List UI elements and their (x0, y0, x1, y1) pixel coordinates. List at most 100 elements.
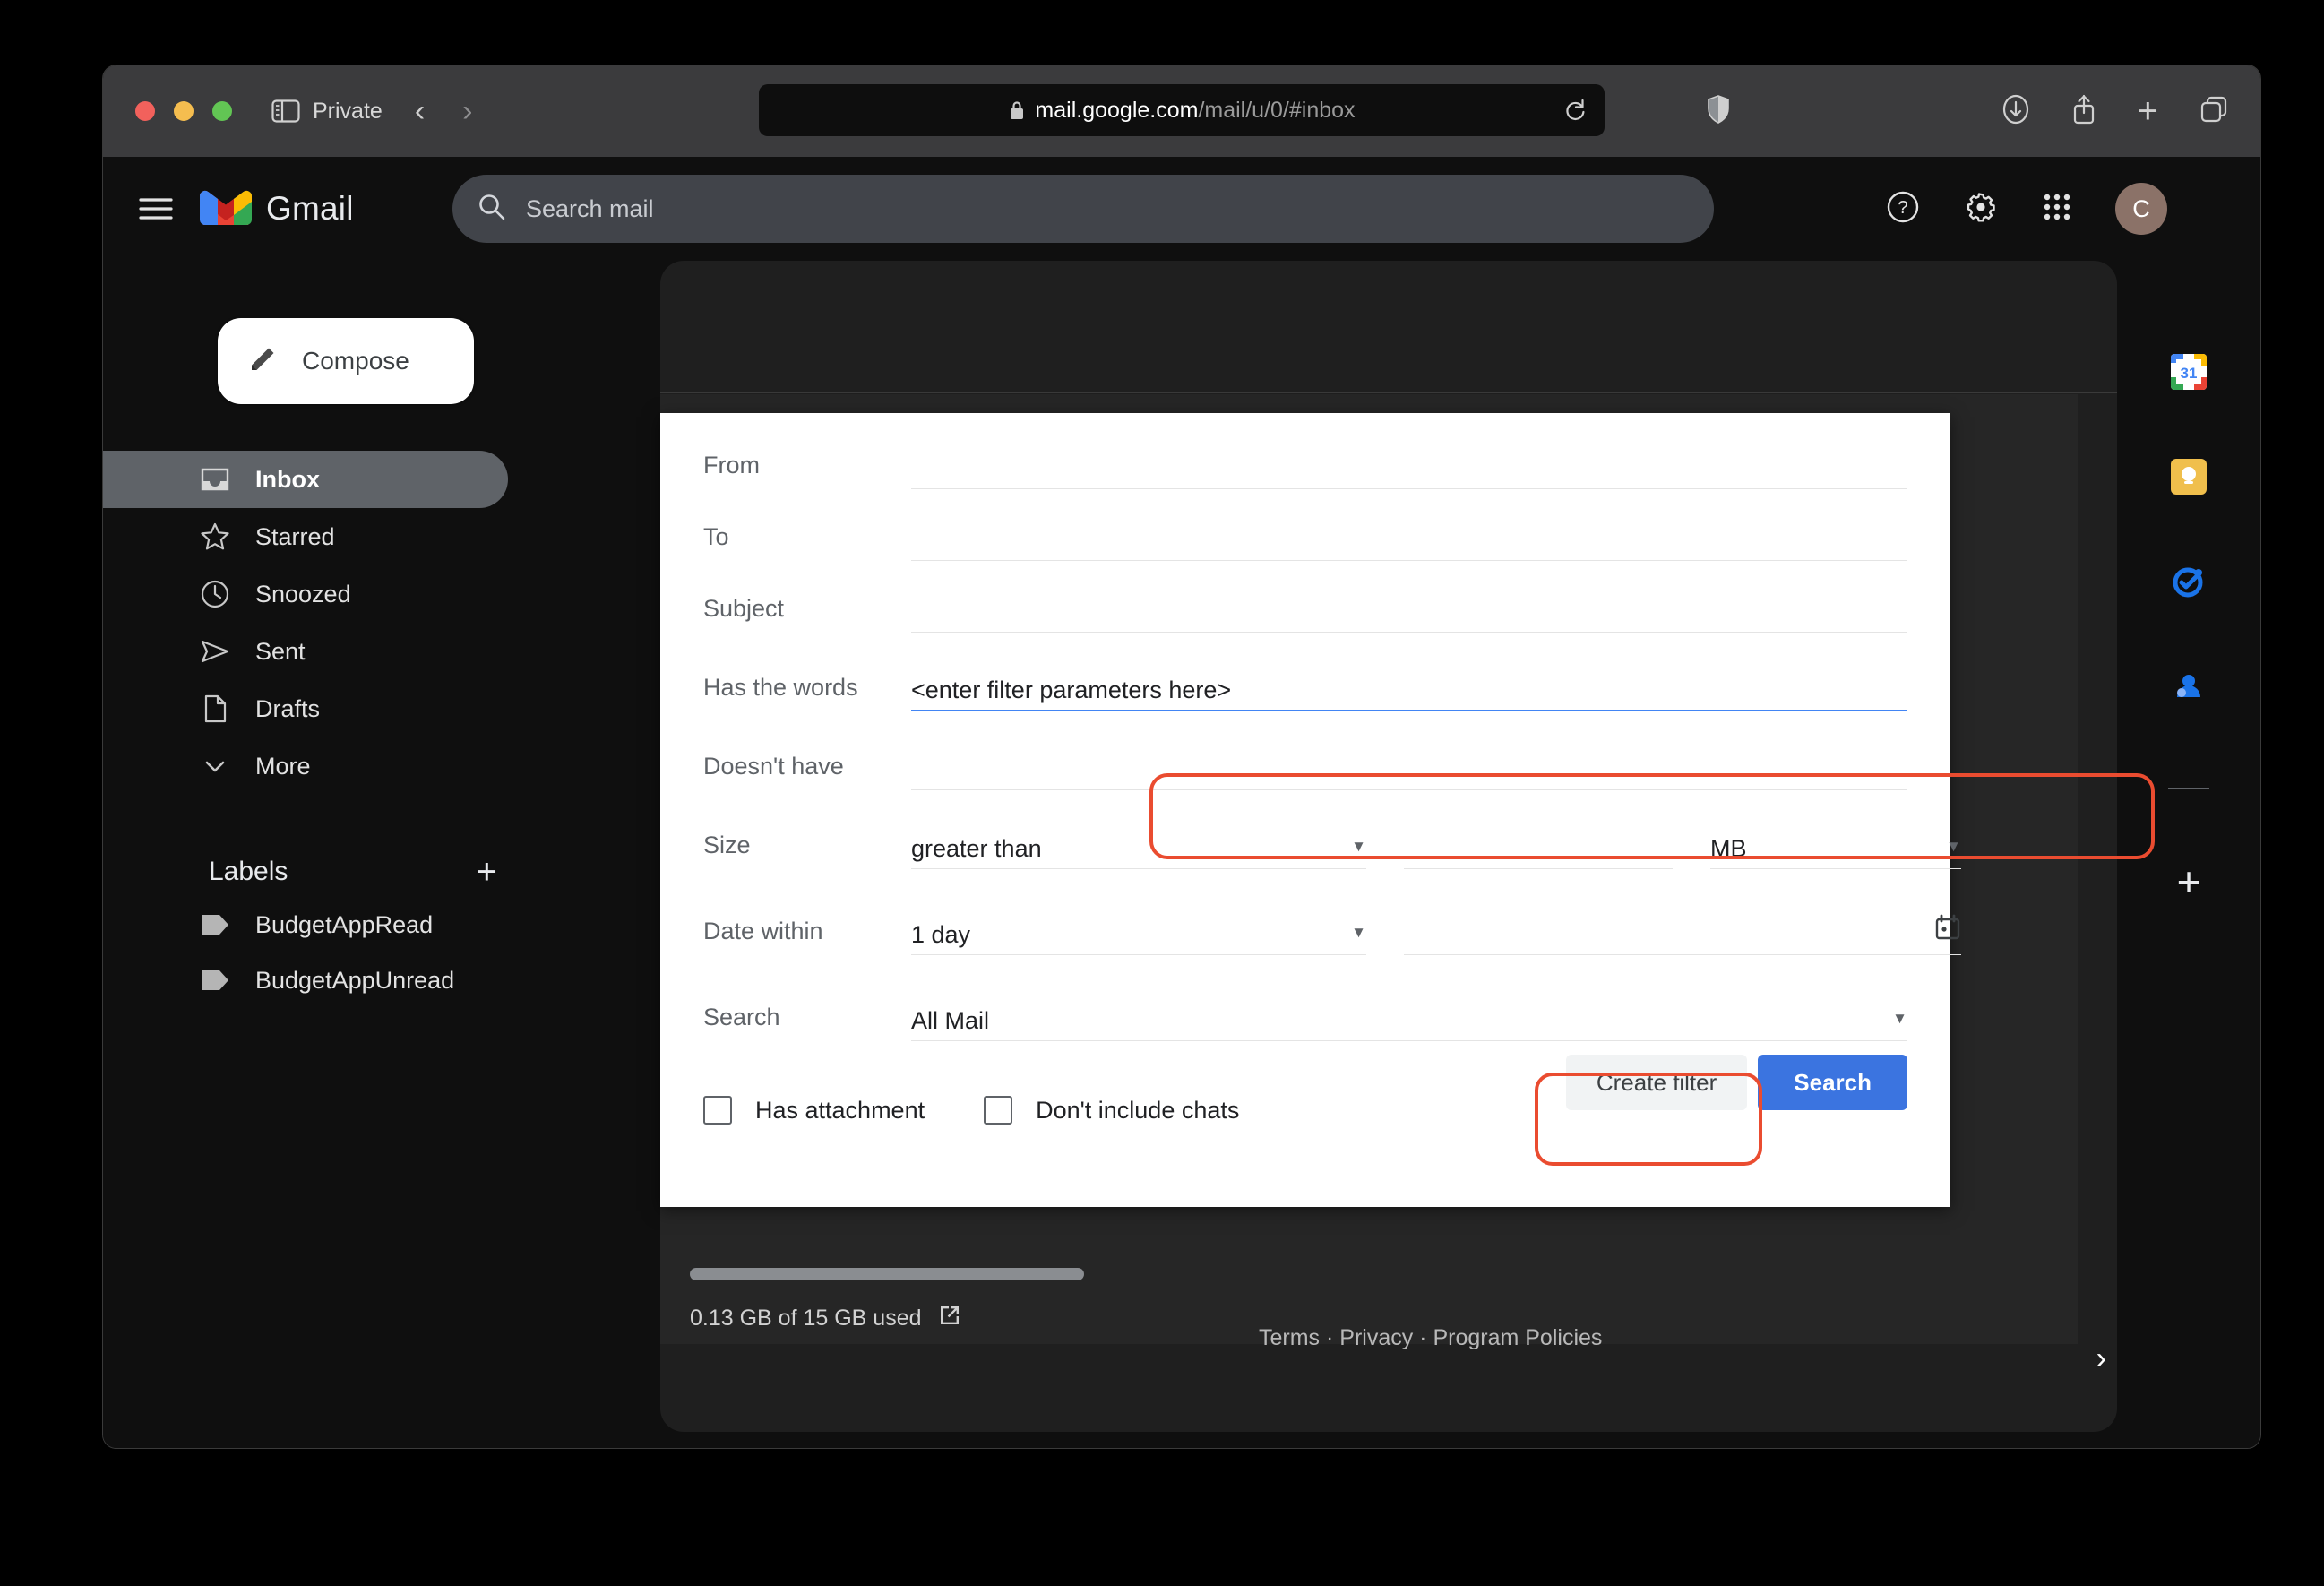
help-icon[interactable]: ? (1886, 190, 1920, 228)
browser-toolbar-actions: + (2001, 65, 2228, 157)
sidebar-item-label: Drafts (255, 695, 320, 723)
tab-overview-icon[interactable] (2199, 95, 2228, 128)
send-icon (200, 636, 230, 667)
back-button[interactable]: ‹ (415, 96, 425, 126)
minimize-window-button[interactable] (174, 101, 194, 121)
lock-icon (1008, 99, 1026, 121)
label-tag-icon (200, 968, 230, 993)
downloads-icon[interactable] (2001, 94, 2030, 129)
reload-icon[interactable] (1563, 98, 1587, 123)
size-operator-value: greater than (911, 835, 1042, 863)
create-filter-button[interactable]: Create filter (1566, 1055, 1747, 1110)
label-tag-icon (200, 912, 230, 937)
to-label: To (703, 523, 911, 551)
gmail-application: Gmail Search mail ? C (103, 157, 2260, 1448)
rail-divider (2168, 788, 2209, 789)
gmail-header: Gmail Search mail ? C (103, 157, 2260, 261)
dont-include-chats-checkbox[interactable] (984, 1096, 1012, 1125)
address-bar[interactable]: mail.google.com/mail/u/0/#inbox (759, 84, 1605, 136)
side-apps-rail: 31 + (2117, 261, 2260, 1448)
navigation-arrows[interactable]: ‹ › (415, 96, 473, 126)
apps-grid-icon[interactable] (2042, 192, 2072, 227)
maximize-window-button[interactable] (212, 101, 232, 121)
search-scope-select[interactable]: All Mail ▼ (911, 993, 1907, 1041)
forward-button[interactable]: › (462, 96, 472, 126)
pencil-icon (248, 343, 279, 380)
google-calendar-icon[interactable]: 31 (2169, 352, 2208, 396)
share-icon[interactable] (2071, 94, 2096, 129)
search-mail-bar[interactable]: Search mail (452, 175, 1714, 243)
date-value-input[interactable] (1404, 907, 1961, 955)
filter-row-doesnt-have: Doesn't have (703, 730, 1907, 802)
has-attachment-checkbox[interactable] (703, 1096, 732, 1125)
chevron-down-icon: ▼ (1351, 839, 1366, 854)
search-filter-dialog: From To Subject Has the words <enter fil… (660, 413, 1950, 1207)
size-unit-select[interactable]: MB ▼ (1710, 821, 1961, 869)
search-scope-value: All Mail (911, 1007, 989, 1035)
inbox-icon (200, 464, 230, 495)
sidebar-label-text: BudgetAppUnread (255, 967, 454, 995)
sidebar-item-snoozed[interactable]: Snoozed (103, 565, 508, 623)
date-range-select[interactable]: 1 day ▼ (911, 907, 1366, 955)
sidebar-item-more[interactable]: More (103, 737, 508, 795)
add-app-button[interactable]: + (2177, 858, 2201, 906)
google-keep-icon[interactable] (2169, 457, 2208, 501)
compose-label: Compose (302, 347, 409, 375)
expand-panel-chevron-icon[interactable]: › (2096, 1341, 2106, 1376)
gear-icon[interactable] (1963, 189, 1999, 229)
chevron-down-icon: ▼ (1892, 1011, 1907, 1026)
sidebar-label-budgetappread[interactable]: BudgetAppRead (103, 897, 598, 952)
footer-links[interactable]: Terms · Privacy · Program Policies (1259, 1325, 1602, 1351)
sidebar-item-label: Sent (255, 638, 306, 666)
sidebar-item-label: Snoozed (255, 581, 351, 608)
create-label-button[interactable]: + (477, 852, 497, 892)
size-amount-input[interactable] (1404, 821, 1673, 869)
privacy-shield-icon (1707, 95, 1730, 128)
storage-label: 0.13 GB of 15 GB used (690, 1306, 922, 1332)
sidebar-toggle-icon[interactable] (271, 99, 300, 124)
filter-row-to: To (703, 501, 1907, 573)
storage-bar (690, 1268, 1084, 1280)
google-contacts-icon[interactable] (2169, 667, 2208, 711)
sidebar-item-starred[interactable]: Starred (103, 508, 508, 565)
subject-label: Subject (703, 595, 911, 623)
star-icon (200, 521, 230, 552)
filter-row-has-words: Has the words <enter filter parameters h… (703, 644, 1907, 730)
date-within-label: Date within (703, 918, 911, 945)
privacy-report-button[interactable] (1707, 65, 1730, 157)
google-tasks-icon[interactable] (2169, 562, 2208, 606)
has-the-words-input[interactable]: <enter filter parameters here> (911, 663, 1907, 711)
external-link-icon[interactable] (938, 1304, 961, 1333)
gmail-logo[interactable]: Gmail (200, 187, 431, 231)
gmail-m-icon (200, 187, 252, 231)
new-tab-button[interactable]: + (2138, 93, 2158, 129)
sidebar-item-sent[interactable]: Sent (103, 623, 508, 680)
sidebar-label-text: BudgetAppRead (255, 911, 433, 939)
date-range-value: 1 day (911, 921, 970, 949)
main-menu-icon[interactable] (139, 197, 173, 220)
avatar[interactable]: C (2115, 183, 2167, 235)
from-label: From (703, 452, 911, 479)
doesnt-have-input[interactable] (911, 742, 1907, 790)
filter-row-subject: Subject (703, 573, 1907, 644)
search-input[interactable]: Search mail (526, 195, 654, 223)
subject-input[interactable] (911, 584, 1907, 633)
compose-button[interactable]: Compose (218, 318, 474, 404)
to-input[interactable] (911, 513, 1907, 561)
gmail-nav-list: Inbox Starred Snoozed (103, 451, 598, 795)
from-input[interactable] (911, 441, 1907, 489)
close-window-button[interactable] (135, 101, 155, 121)
labels-title: Labels (209, 857, 288, 887)
size-operator-select[interactable]: greater than ▼ (911, 821, 1366, 869)
sidebar-item-drafts[interactable]: Drafts (103, 680, 508, 737)
search-button[interactable]: Search (1758, 1055, 1907, 1110)
clock-icon (200, 579, 230, 609)
url-text: mail.google.com/mail/u/0/#inbox (1035, 98, 1355, 124)
size-unit-value: MB (1710, 835, 1747, 863)
size-label: Size (703, 832, 911, 859)
sidebar-label-budgetappunread[interactable]: BudgetAppUnread (103, 952, 598, 1008)
filter-row-size: Size greater than ▼ MB ▼ (703, 802, 1907, 888)
window-controls[interactable] (135, 101, 232, 121)
calendar-icon[interactable] (1934, 914, 1961, 947)
sidebar-item-inbox[interactable]: Inbox (103, 451, 508, 508)
